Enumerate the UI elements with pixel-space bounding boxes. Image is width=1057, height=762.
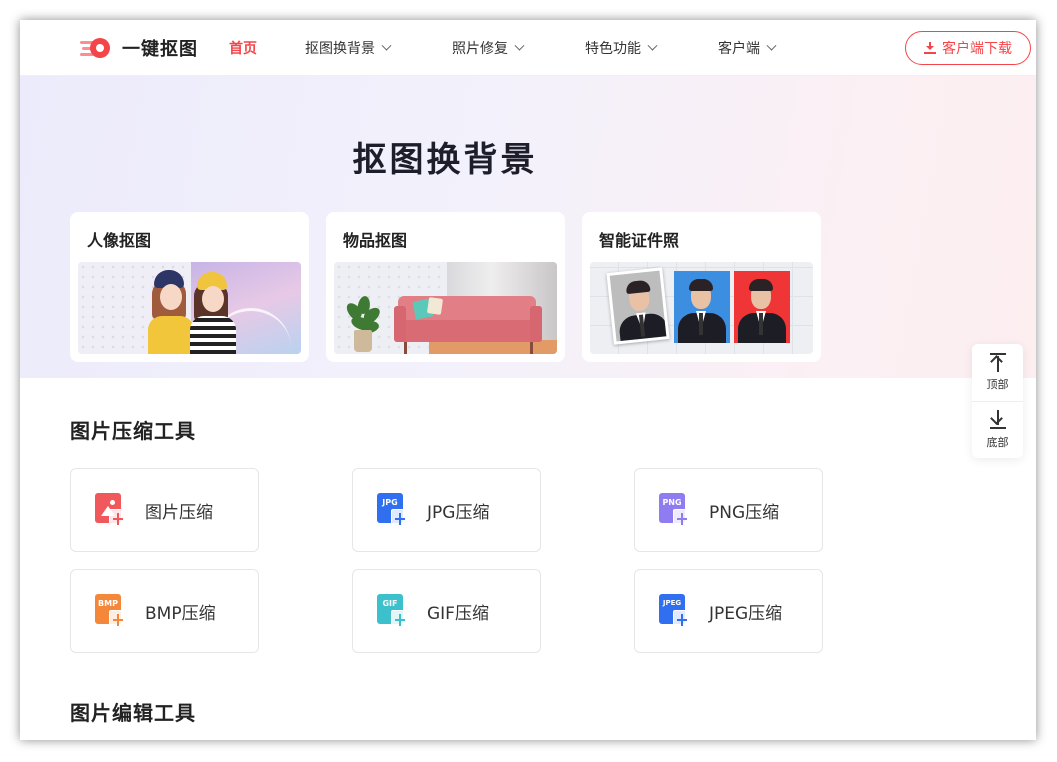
tool-image-compress[interactable]: 图片压缩 bbox=[70, 468, 259, 552]
tool-bmp-compress[interactable]: BMP BMP压缩 bbox=[70, 569, 259, 653]
nav-label: 特色功能 bbox=[585, 41, 641, 57]
chevron-down-icon bbox=[514, 40, 525, 51]
tool-label: PNG压缩 bbox=[709, 502, 780, 523]
card-title: 物品抠图 bbox=[343, 231, 408, 250]
card-title: 智能证件照 bbox=[599, 231, 680, 250]
client-download-button[interactable]: 客户端下载 bbox=[905, 31, 1031, 65]
tool-label: JPEG压缩 bbox=[709, 603, 783, 624]
nav-item-home[interactable]: 首页 bbox=[229, 38, 257, 58]
hero-section: 抠图换背景 人像抠图 物品抠图 智能证件照 bbox=[20, 76, 1036, 378]
card-smart-id-photo[interactable]: 智能证件照 bbox=[582, 212, 821, 362]
compress-section-title: 图片压缩工具 bbox=[70, 419, 196, 443]
jpeg-file-icon: JPEG bbox=[659, 594, 689, 628]
nav-item-features[interactable]: 特色功能 bbox=[585, 38, 658, 58]
scroll-top-label: 顶部 bbox=[986, 378, 1009, 391]
arrow-to-bottom-icon bbox=[988, 410, 1008, 430]
tool-label: BMP压缩 bbox=[145, 603, 216, 624]
browser-viewport: 一键抠图 首页 抠图换背景 照片修复 特色功能 客户端 客户端下载 抠图换背景 … bbox=[20, 20, 1036, 740]
scroll-to-bottom-button[interactable]: 底部 bbox=[972, 401, 1023, 458]
top-header: 一键抠图 首页 抠图换背景 照片修复 特色功能 客户端 客户端下载 bbox=[20, 20, 1036, 76]
portrait-cutout-image bbox=[78, 262, 301, 354]
logo-icon bbox=[80, 36, 112, 60]
tool-jpg-compress[interactable]: JPG JPG压缩 bbox=[352, 468, 541, 552]
scroll-widget: 顶部 底部 bbox=[972, 344, 1023, 458]
chevron-down-icon bbox=[766, 40, 777, 51]
arrow-to-top-icon bbox=[988, 352, 1008, 372]
image-compress-icon bbox=[95, 493, 125, 527]
nav-label: 首页 bbox=[229, 41, 257, 57]
chevron-down-icon bbox=[381, 40, 392, 51]
nav-item-cutout-background[interactable]: 抠图换背景 bbox=[305, 38, 392, 58]
tool-png-compress[interactable]: PNG PNG压缩 bbox=[634, 468, 823, 552]
png-file-icon: PNG bbox=[659, 493, 689, 527]
chevron-down-icon bbox=[647, 40, 658, 51]
nav-item-client[interactable]: 客户端 bbox=[718, 38, 777, 58]
nav-label: 照片修复 bbox=[452, 41, 508, 57]
nav-label: 客户端 bbox=[718, 41, 760, 57]
tool-label: JPG压缩 bbox=[427, 502, 490, 523]
id-photo-image bbox=[590, 262, 813, 354]
tool-jpeg-compress[interactable]: JPEG JPEG压缩 bbox=[634, 569, 823, 653]
card-object-cutout[interactable]: 物品抠图 bbox=[326, 212, 565, 362]
main-nav: 首页 抠图换背景 照片修复 特色功能 客户端 bbox=[229, 20, 837, 76]
card-title: 人像抠图 bbox=[87, 231, 152, 250]
tool-gif-compress[interactable]: GIF GIF压缩 bbox=[352, 569, 541, 653]
scroll-to-top-button[interactable]: 顶部 bbox=[972, 344, 1023, 401]
download-icon bbox=[924, 42, 936, 54]
jpg-file-icon: JPG bbox=[377, 493, 407, 527]
gif-file-icon: GIF bbox=[377, 594, 407, 628]
logo-text: 一键抠图 bbox=[122, 39, 198, 60]
object-cutout-image bbox=[334, 262, 557, 354]
nav-item-photo-repair[interactable]: 照片修复 bbox=[452, 38, 525, 58]
tool-label: GIF压缩 bbox=[427, 603, 489, 624]
nav-label: 抠图换背景 bbox=[305, 41, 375, 57]
download-label: 客户端下载 bbox=[942, 41, 1012, 57]
tool-label: 图片压缩 bbox=[145, 502, 213, 523]
card-portrait-cutout[interactable]: 人像抠图 bbox=[70, 212, 309, 362]
site-logo[interactable]: 一键抠图 bbox=[80, 35, 198, 61]
bmp-file-icon: BMP bbox=[95, 594, 125, 628]
scroll-bottom-label: 底部 bbox=[986, 436, 1009, 449]
hero-title: 抠图换背景 bbox=[352, 140, 538, 180]
edit-section-title: 图片编辑工具 bbox=[70, 701, 196, 725]
